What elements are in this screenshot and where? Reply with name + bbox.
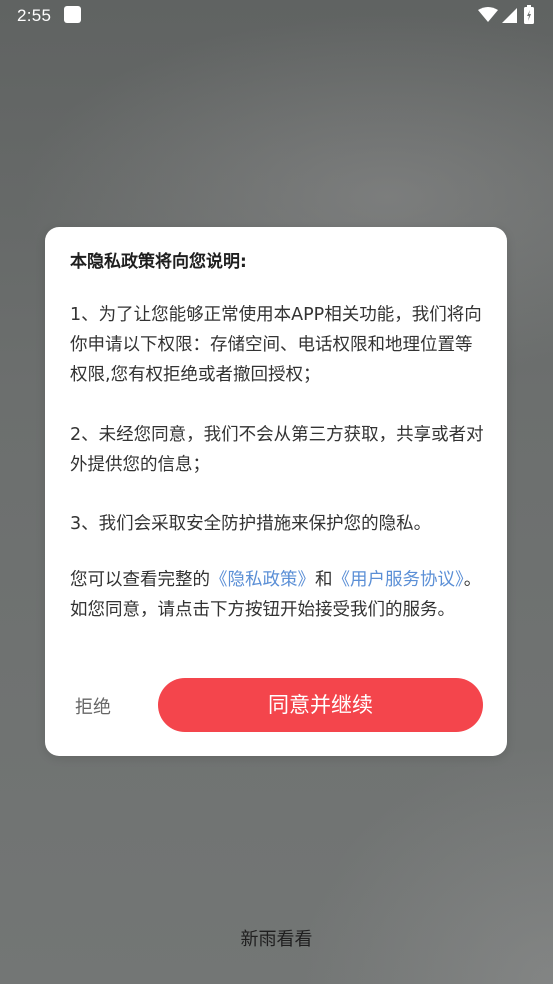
- agreement-paragraph: 您可以查看完整的《隐私政策》和《用户服务协议》。如您同意，请点击下方按钮开始接受…: [70, 565, 486, 625]
- agreement-prefix: 您可以查看完整的: [70, 570, 210, 590]
- terms-of-service-link[interactable]: 《用户服务协议》: [333, 570, 464, 590]
- dialog-title: 本隐私政策将向您说明:: [70, 252, 247, 272]
- agreement-and: 和: [315, 570, 333, 590]
- app-name-label: 新雨看看: [240, 929, 313, 950]
- status-bar: 2:55: [0, 0, 553, 32]
- notification-icon: [64, 6, 81, 23]
- reject-button[interactable]: 拒绝: [75, 693, 155, 723]
- agree-continue-button[interactable]: 同意并继续: [158, 678, 483, 732]
- status-time: 2:55: [17, 6, 52, 25]
- privacy-dialog: 本隐私政策将向您说明: 1、为了让您能够正常使用本APP相关功能，我们将向你申请…: [45, 227, 507, 756]
- privacy-policy-link[interactable]: 《隐私政策》: [210, 570, 315, 590]
- permission-paragraph: 1、为了让您能够正常使用本APP相关功能，我们将向你申请以下权限：存储空间、电话…: [70, 305, 482, 385]
- battery-icon: [524, 5, 534, 24]
- cell-signal-icon: [502, 8, 517, 23]
- third-party-paragraph: 2、未经您同意，我们不会从第三方获取，共享或者对外提供您的信息；: [70, 425, 484, 475]
- security-paragraph: 3、我们会采取安全防护措施来保护您的隐私。: [70, 514, 432, 534]
- wifi-icon: [478, 7, 498, 22]
